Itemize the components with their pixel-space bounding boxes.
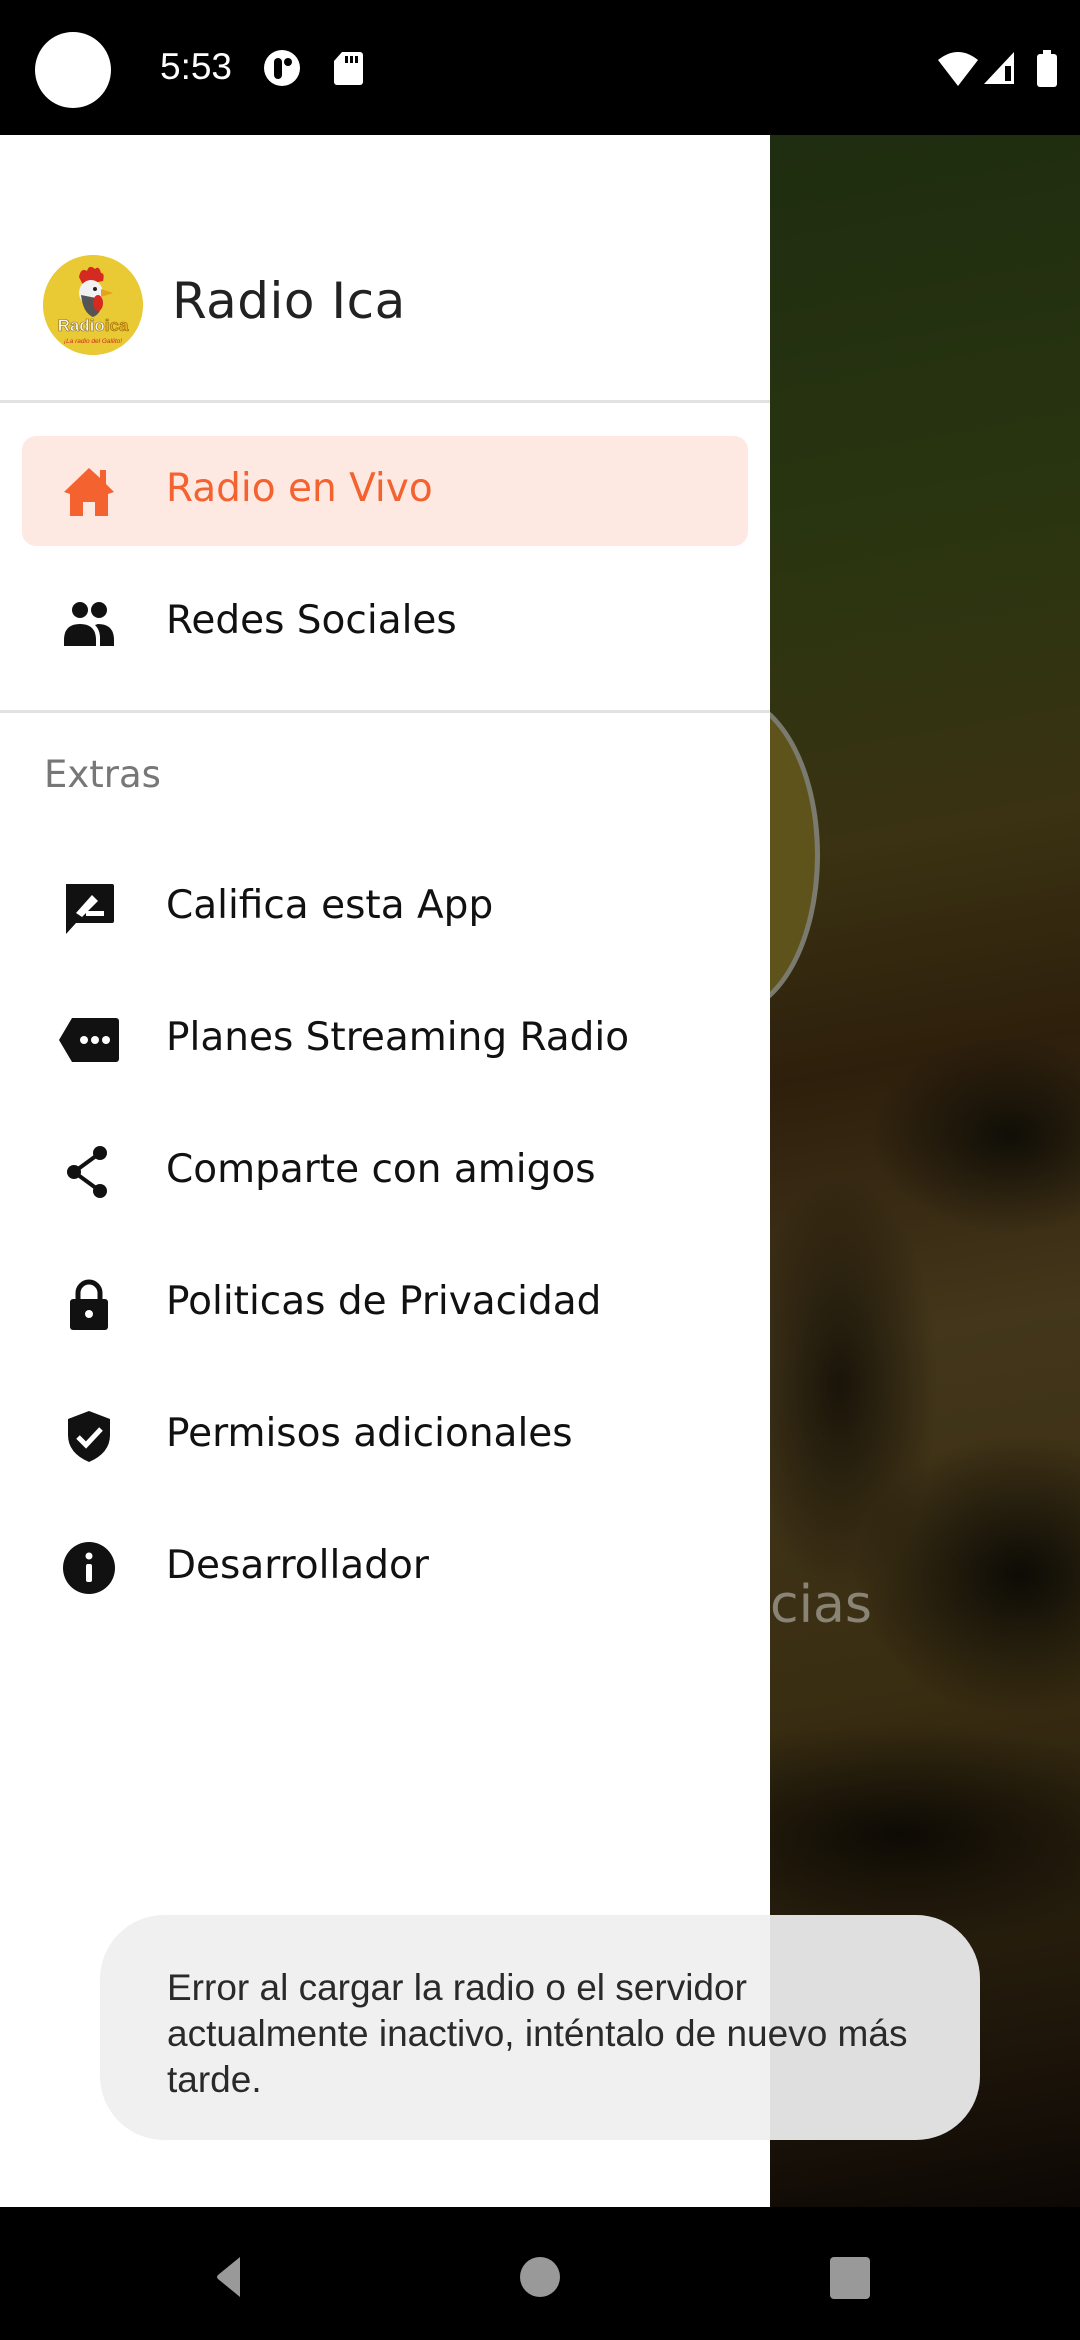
battery-icon (1035, 48, 1059, 88)
sd-card-icon (328, 48, 368, 88)
status-time: 5:53 (160, 46, 233, 87)
drawer-item-califica-esta-app[interactable]: Califica esta App (22, 853, 748, 963)
drawer-item-label: Planes Streaming Radio (166, 1015, 630, 1060)
error-toast: Error al cargar la radio o el servidor a… (100, 1915, 980, 2140)
label-more-icon (58, 1013, 120, 1067)
home-icon (62, 464, 116, 518)
svg-text:Radioica: Radioica (58, 316, 129, 335)
info-icon (62, 1541, 116, 1595)
header-divider (0, 400, 770, 403)
verified-shield-icon (62, 1409, 116, 1463)
drawer-item-label: Comparte con amigos (166, 1147, 596, 1192)
home-circle-icon[interactable] (510, 2247, 570, 2307)
section-divider (0, 710, 770, 713)
section-title-extras: Extras (44, 753, 161, 796)
drawer-item-permisos-adicionales[interactable]: Permisos adicionales (22, 1381, 748, 1491)
svg-text:¡La radio del Gallito!: ¡La radio del Gallito! (64, 338, 122, 345)
navigation-drawer: Radioica ¡La radio del Gallito! Radio Ic… (0, 135, 770, 2207)
app-title: Radio Ica (172, 272, 406, 330)
status-bar: 5:53 (0, 0, 1080, 135)
phone-screen: cias 5:53 Radioica ¡La radio del Gallito… (0, 0, 1080, 2340)
back-icon[interactable] (198, 2247, 258, 2307)
drawer-item-label: Permisos adicionales (166, 1411, 573, 1456)
system-navigation-bar (0, 2207, 1080, 2340)
lock-icon (62, 1277, 116, 1331)
drawer-item-label: Redes Sociales (166, 598, 457, 643)
toast-message: Error al cargar la radio o el servidor a… (167, 1967, 908, 2100)
drawer-item-redes-sociales[interactable]: Redes Sociales (22, 568, 748, 678)
drawer-item-radio-en-vivo[interactable]: Radio en Vivo (22, 436, 748, 546)
drawer-header: Radioica ¡La radio del Gallito! Radio Ic… (0, 135, 770, 400)
background-partial-text: cias (770, 1575, 872, 1635)
drawer-item-desarrollador[interactable]: Desarrollador (22, 1513, 748, 1623)
drawer-item-politicas-de-privacidad[interactable]: Politicas de Privacidad (22, 1249, 748, 1359)
rate-review-icon (62, 881, 116, 935)
drawer-item-label: Califica esta App (166, 883, 494, 928)
cell-signal-icon (982, 48, 1018, 88)
drawer-item-label: Politicas de Privacidad (166, 1279, 602, 1324)
app-notification-icon (262, 48, 302, 88)
app-logo: Radioica ¡La radio del Gallito! (43, 255, 143, 355)
wifi-icon (936, 48, 980, 88)
people-icon (62, 596, 116, 650)
drawer-item-planes-streaming-radio[interactable]: Planes Streaming Radio (22, 985, 748, 1095)
drawer-item-label: Desarrollador (166, 1543, 429, 1588)
drawer-item-comparte-con-amigos[interactable]: Comparte con amigos (22, 1117, 748, 1227)
camera-cutout (35, 32, 111, 108)
share-icon (62, 1145, 116, 1199)
drawer-item-label: Radio en Vivo (166, 466, 433, 511)
recents-icon[interactable] (820, 2247, 880, 2307)
